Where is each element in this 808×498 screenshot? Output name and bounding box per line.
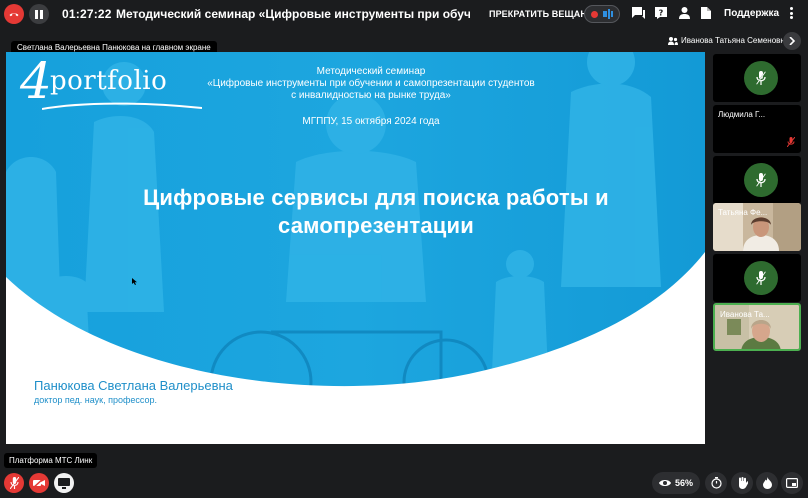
timer-icon (710, 477, 722, 489)
meeting-timer: 01:27:22 (62, 7, 112, 21)
hang-up-button[interactable] (4, 4, 24, 24)
more-menu-button[interactable] (786, 5, 796, 21)
screen-share-icon (58, 477, 70, 489)
questions-button[interactable]: ? (654, 6, 668, 20)
speakers-icon (668, 36, 678, 45)
microphone-toggle-button[interactable] (4, 473, 24, 493)
support-link[interactable]: Поддержка (724, 8, 779, 19)
picture-in-picture-icon (786, 478, 798, 488)
slide-header-line3: с инвалидностью на рынке труда» (291, 90, 451, 101)
svg-text:?: ? (659, 9, 664, 18)
viewers-percent: 56% (674, 478, 693, 488)
camera-off-icon (33, 478, 45, 488)
pause-button[interactable] (29, 4, 49, 24)
participant-tile[interactable] (713, 254, 801, 302)
viewers-indicator[interactable]: 56% (652, 472, 700, 494)
logo-word: portfolio (50, 66, 168, 96)
microphone-icon (756, 71, 766, 85)
hang-up-icon (9, 13, 19, 17)
participant-tile-video-active[interactable]: Иванова Та... (713, 303, 801, 351)
camera-toggle-button[interactable] (29, 473, 49, 493)
active-speaker: Иванова Татьяна Семеновна (668, 36, 789, 45)
participant-name: Татьяна Фе... (718, 208, 768, 217)
active-speaker-name: Иванова Татьяна Семеновна (681, 36, 790, 45)
eye-icon (658, 480, 671, 486)
logo-number: 4 (20, 52, 52, 110)
record-dot-icon (590, 10, 598, 18)
chevron-right-icon (789, 37, 795, 45)
participant-tile[interactable] (713, 54, 801, 102)
mic-on-indicator (744, 163, 778, 197)
document-icon (701, 7, 711, 19)
reactions-button[interactable] (756, 472, 778, 494)
stream-icon (603, 9, 614, 19)
materials-button[interactable] (699, 6, 713, 20)
toggle-participants-button[interactable] (783, 32, 801, 50)
timer-button[interactable] (705, 472, 727, 494)
slide-date: МГППУ, 15 октября 2024 года (302, 116, 440, 127)
pause-icon (35, 9, 43, 19)
participant-tile[interactable] (713, 156, 801, 204)
chat-button[interactable] (631, 6, 645, 20)
user-icon (678, 7, 690, 19)
mic-muted-icon (787, 137, 795, 147)
participant-name: Иванова Та... (720, 310, 770, 319)
question-icon: ? (655, 7, 667, 19)
raise-hand-icon (738, 477, 748, 489)
meeting-title: Методический семинар «Цифровые инструмен… (116, 7, 470, 21)
mouse-cursor-icon (132, 278, 137, 285)
slide-header-line2: «Цифровые инструменты при обучении и сам… (207, 78, 535, 89)
author-name: Панюкова Светлана Валерьевна (34, 378, 233, 393)
chat-icon (631, 7, 645, 19)
top-bar: 01:27:22 Методический семинар «Цифровые … (0, 0, 808, 28)
flame-icon (762, 477, 772, 489)
participant-tile-video[interactable]: Татьяна Фе... (713, 203, 801, 251)
raise-hand-button[interactable] (731, 472, 753, 494)
more-icon (789, 7, 793, 10)
slide-title: Цифровые сервисы для поиска работы и сам… (46, 184, 705, 240)
participants-button[interactable] (677, 6, 691, 20)
participant-name: Людмила Г... (718, 110, 766, 119)
microphone-icon (756, 173, 766, 187)
microphone-icon (756, 271, 766, 285)
slide-title-line2: самопрезентации (278, 213, 474, 238)
mic-on-indicator (744, 261, 778, 295)
mic-on-indicator (744, 61, 778, 95)
presentation-slide: 4 portfolio Методический семинар «Цифров… (6, 52, 705, 444)
picture-in-picture-button[interactable] (781, 472, 803, 494)
recording-toggle[interactable] (584, 5, 620, 23)
slide-title-line1: Цифровые сервисы для поиска работы и (143, 185, 609, 210)
slide-header-line1: Методический семинар (316, 66, 426, 77)
screen-share-button[interactable] (54, 473, 74, 493)
participant-tile[interactable]: Людмила Г... (713, 105, 801, 153)
slide-header: Методический семинар «Цифровые инструмен… (166, 66, 576, 102)
mic-off-icon (9, 477, 19, 489)
platform-label: Платформа МТС Линк (4, 453, 98, 468)
author-title: доктор пед. наук, профессор. (34, 395, 157, 405)
